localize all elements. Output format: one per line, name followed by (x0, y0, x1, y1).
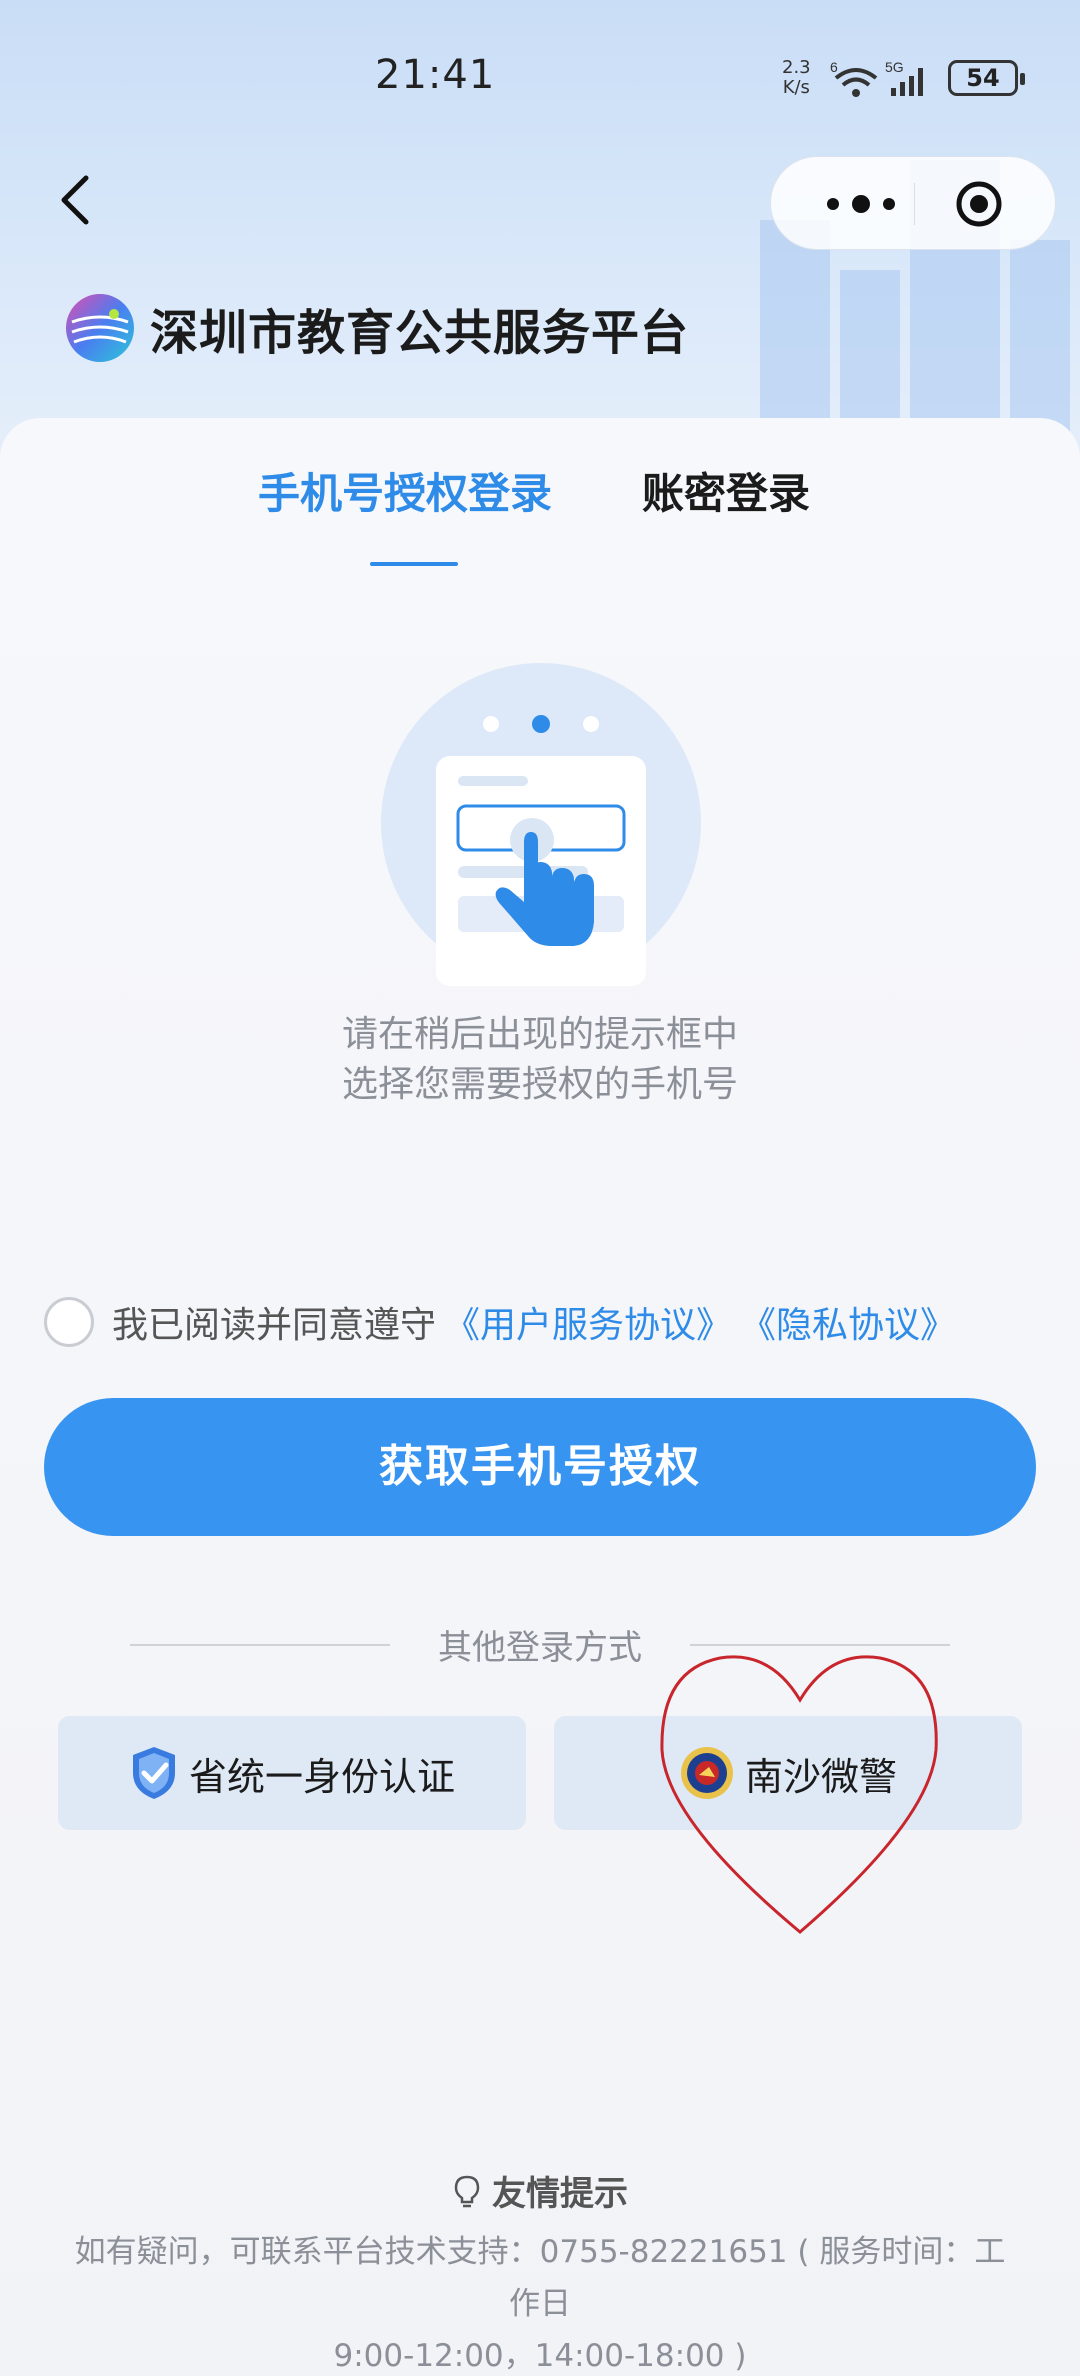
svg-text:6: 6 (830, 60, 838, 75)
privacy-agreement-link[interactable]: 《隐私协议》 (740, 1296, 956, 1348)
provincial-identity-login-button[interactable]: 省统一身份认证 (58, 1716, 526, 1830)
police-badge-icon (680, 1747, 733, 1799)
agreement-text: 我已阅读并同意遵守 (112, 1305, 437, 1346)
platform-title: 深圳市教育公共服务平台 (150, 305, 690, 361)
mini-program-capsule (770, 156, 1056, 250)
more-dots-icon[interactable] (811, 181, 911, 227)
chevron-left-icon[interactable] (50, 170, 100, 230)
tips-title: 友情提示 (492, 2174, 628, 2214)
tips-heading: 友情提示 (0, 2166, 1080, 2215)
agreement-checkbox[interactable] (44, 1297, 94, 1347)
target-close-icon[interactable] (955, 180, 1003, 228)
shield-check-icon (132, 1747, 175, 1799)
nansha-police-label: 南沙微警 (744, 1754, 897, 1799)
svg-text:5G: 5G (885, 60, 904, 75)
wifi-icon: 6 (830, 60, 878, 97)
battery-icon: 54 (948, 60, 1025, 96)
user-agreement-link[interactable]: 《用户服务协议》 (444, 1296, 732, 1348)
tab-account-login[interactable]: 账密登录 (642, 460, 810, 521)
status-bar: 21:41 2.3 K/s 6 5G 54 (0, 0, 1080, 160)
agreement-row: 我已阅读并同意遵守 《用户服务协议》 《隐私协议》 (44, 1296, 956, 1348)
get-phone-authorization-button[interactable]: 获取手机号授权 (44, 1398, 1036, 1536)
capsule-divider (914, 183, 915, 225)
tab-phone-login[interactable]: 手机号授权登录 (258, 460, 552, 521)
lightbulb-icon (454, 2175, 480, 2207)
brand-header: 深圳市教育公共服务平台 (64, 292, 689, 364)
nansha-police-login-button[interactable]: 南沙微警 (554, 1716, 1022, 1830)
other-login-divider: 其他登录方式 (0, 1620, 1080, 1670)
signal-icon: 5G (885, 60, 923, 96)
divider-line (690, 1644, 950, 1646)
support-contact-info: 如有疑问，可联系平台技术支持：0755-82221651 ( 服务时间：工作日 … (74, 2234, 1006, 2374)
phone-authorization-illustration (381, 663, 701, 986)
authorization-hint: 请在稍后出现的提示框中 选择您需要授权的手机号 (341, 1014, 738, 1105)
active-tab-indicator (370, 562, 458, 566)
provincial-identity-label: 省统一身份认证 (188, 1754, 455, 1799)
platform-logo (66, 294, 134, 362)
status-time: 21:41 (375, 52, 496, 98)
login-tabs: 手机号授权登录 账密登录 (0, 460, 1080, 570)
network-speed: 2.3 K/s (782, 57, 811, 98)
